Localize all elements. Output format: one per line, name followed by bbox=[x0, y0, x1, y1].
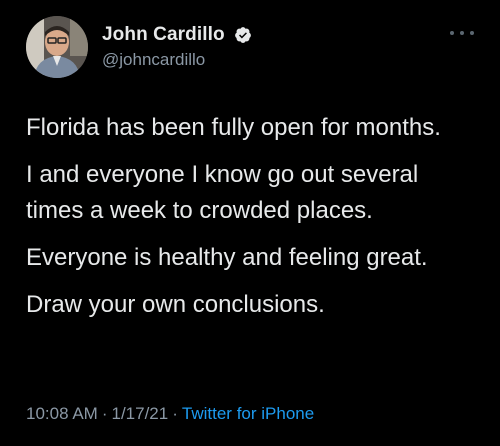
meta-separator: · bbox=[172, 404, 178, 423]
tweet-paragraph: I and everyone I know go out several tim… bbox=[26, 161, 419, 224]
more-dot bbox=[460, 31, 464, 35]
author-name-block: John Cardillo @johncardillo bbox=[102, 24, 252, 70]
tweet-paragraph: Everyone is healthy and feeling great. bbox=[26, 244, 428, 271]
tweet-time[interactable]: 10:08 AM bbox=[26, 404, 98, 423]
tweet-card: John Cardillo @johncardillo Florida has … bbox=[0, 0, 500, 446]
author-display-name[interactable]: John Cardillo bbox=[102, 24, 225, 46]
more-options-icon[interactable] bbox=[450, 26, 474, 40]
author-handle[interactable]: @johncardillo bbox=[102, 50, 252, 70]
avatar-image bbox=[26, 16, 88, 78]
tweet-source-link[interactable]: Twitter for iPhone bbox=[182, 404, 314, 423]
more-dot bbox=[450, 31, 454, 35]
tweet-paragraph: Draw your own conclusions. bbox=[26, 291, 325, 318]
meta-separator: · bbox=[101, 404, 108, 423]
tweet-meta: 10:08 AM · 1/17/21 · Twitter for iPhone bbox=[26, 404, 314, 424]
more-dot bbox=[470, 31, 474, 35]
tweet-text: Florida has been fully open for months. … bbox=[26, 110, 476, 334]
tweet-paragraph: Florida has been fully open for months. bbox=[26, 114, 441, 141]
tweet-date[interactable]: 1/17/21 bbox=[112, 404, 169, 423]
tweet-header: John Cardillo @johncardillo bbox=[24, 14, 476, 84]
author-avatar[interactable] bbox=[26, 16, 88, 78]
verified-badge-icon bbox=[234, 26, 252, 44]
